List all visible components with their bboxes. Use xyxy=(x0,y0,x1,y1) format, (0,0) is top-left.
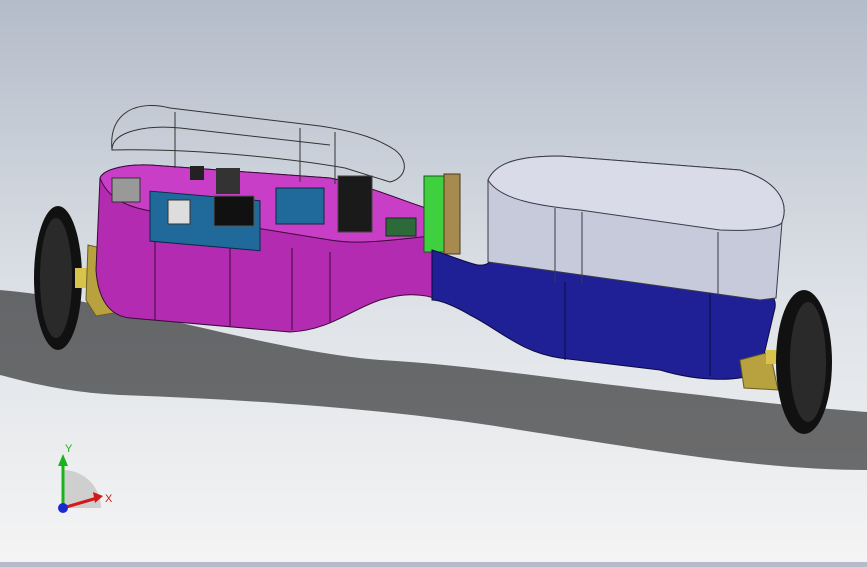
right-body xyxy=(431,155,785,380)
y-axis-label: Y xyxy=(65,443,73,455)
cad-viewport[interactable]: Y X xyxy=(0,0,867,562)
left-body xyxy=(95,164,441,333)
center-divider xyxy=(423,175,445,253)
x-axis-label: X xyxy=(105,493,113,505)
coordinate-triad: Y X xyxy=(58,443,113,513)
right-wheel xyxy=(776,290,832,434)
hoverboard-model[interactable] xyxy=(0,0,867,562)
z-axis-dot xyxy=(58,503,68,513)
